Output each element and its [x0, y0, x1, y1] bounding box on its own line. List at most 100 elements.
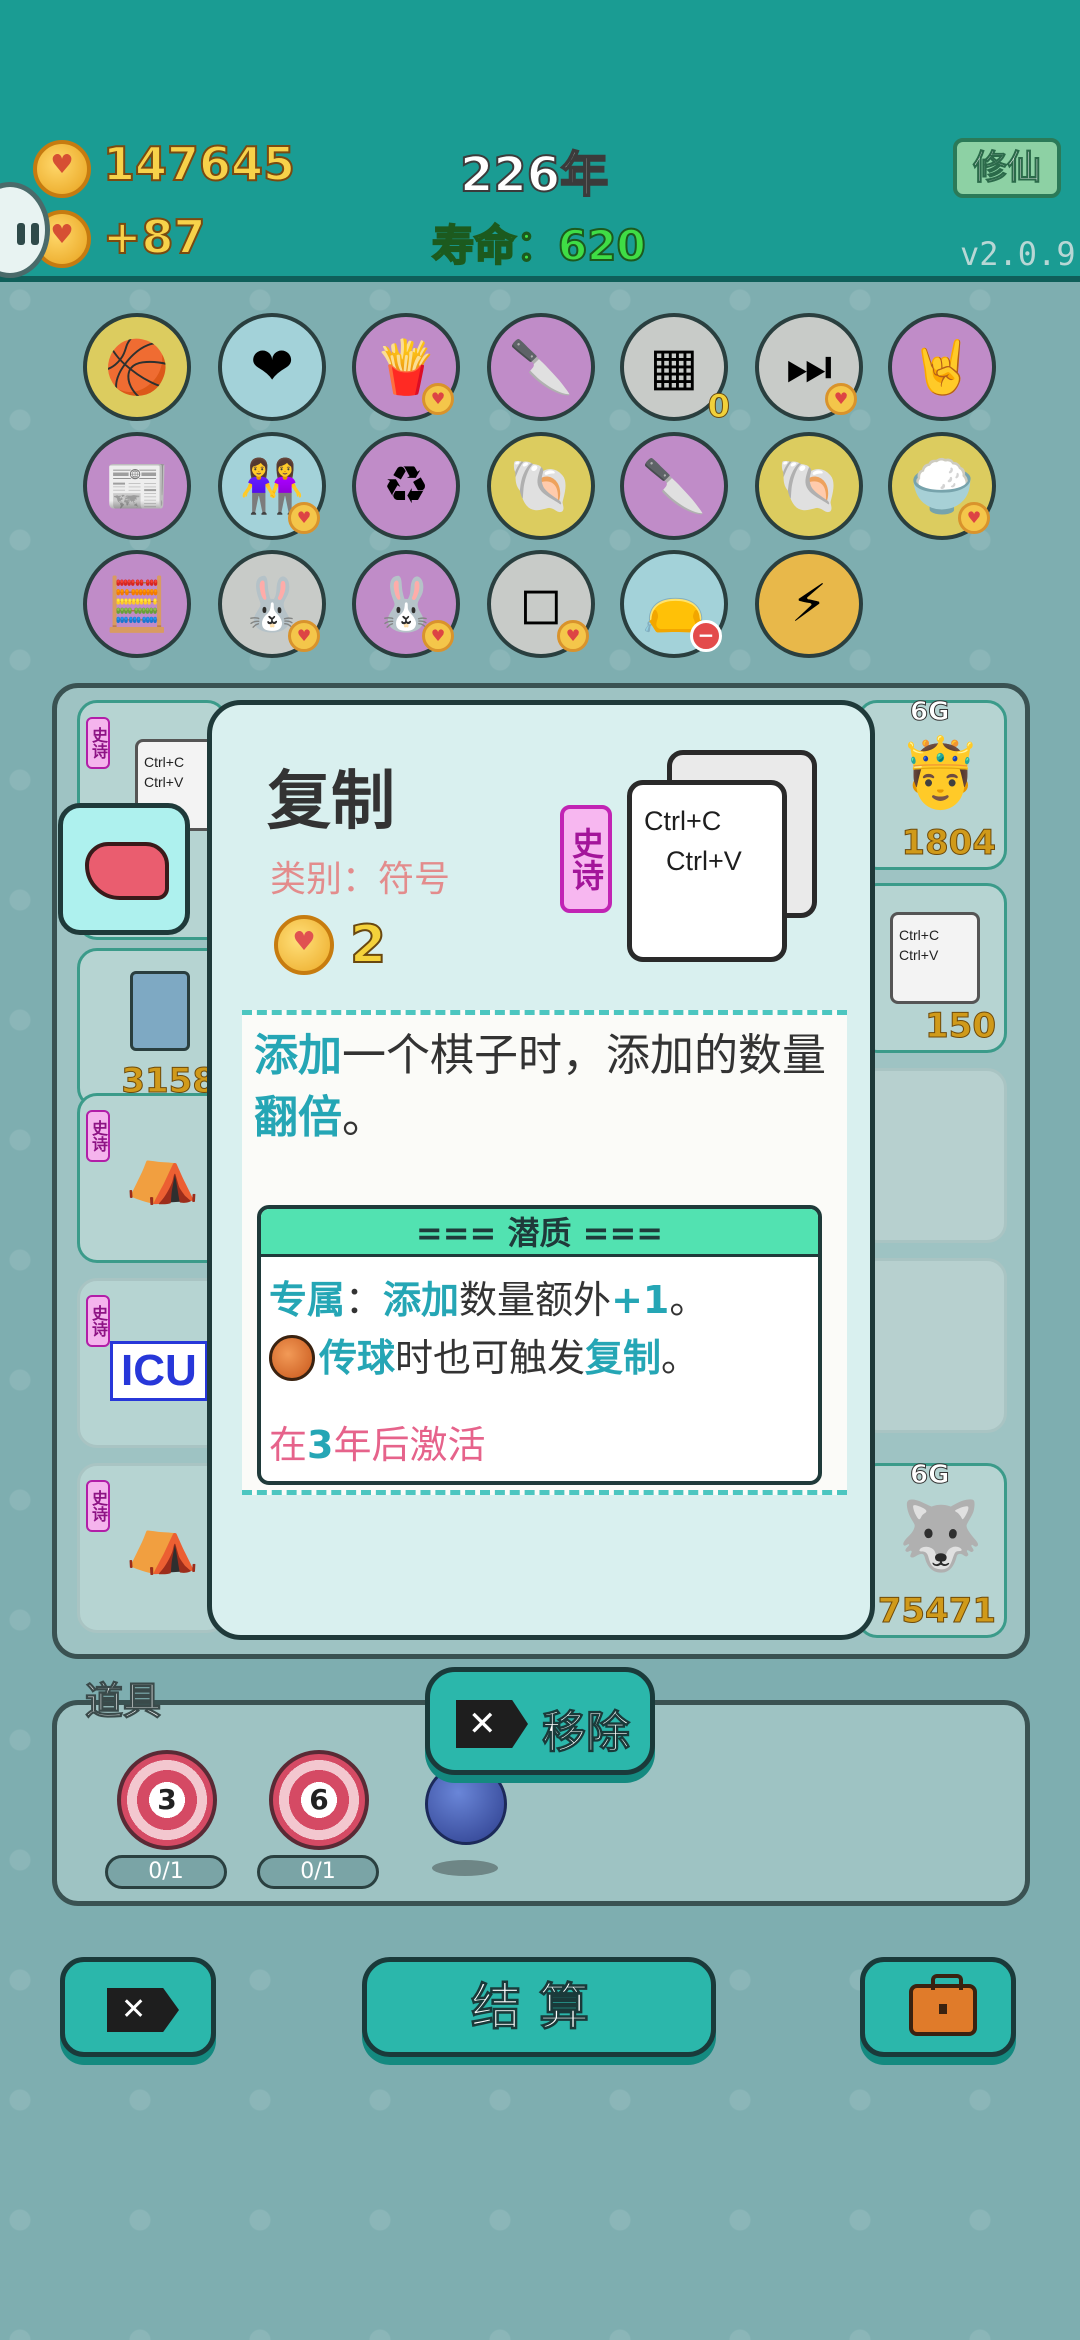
- fries-icon[interactable]: 🍟 ♥: [352, 313, 460, 421]
- math-head-icon[interactable]: 🧮: [83, 550, 191, 658]
- tool-uses: 0/1: [105, 1855, 227, 1889]
- coin-icon: [274, 915, 334, 975]
- board-slot[interactable]: 史诗 ⛺: [77, 1093, 227, 1263]
- item-description: 添加一个棋子时，添加的数量翻倍。: [254, 1025, 834, 1149]
- egg-tray-icon[interactable]: ▦ 0: [620, 313, 731, 426]
- king-face-icon: 🤴: [898, 734, 983, 813]
- shell-icon[interactable]: 🐚: [755, 432, 863, 540]
- item-detail-modal: 复制 类别：符号 2 史诗 Ctrl+C Ctrl+V 添加一个棋子时，添加的数…: [207, 700, 875, 1640]
- rock-hand-icon[interactable]: 🤘: [888, 313, 996, 421]
- drag-shadow: [432, 1860, 498, 1876]
- board-slot[interactable]: 6G 🐺 75471: [857, 1460, 1007, 1638]
- shell-icon[interactable]: 🐚: [487, 432, 595, 540]
- six-g-tag: 6G: [909, 1460, 950, 1491]
- board-slot[interactable]: 史诗 ICU: [77, 1278, 227, 1448]
- basketballs-icon[interactable]: 🏀: [83, 313, 191, 421]
- sack-icon[interactable]: 👝 −: [620, 550, 728, 658]
- potential-box: === 潜质 === 专属：添加数量额外+1。 传球时也可触发复制。 在3年后激…: [257, 1205, 822, 1485]
- basketball-icon: [269, 1335, 315, 1381]
- desc-text: 年后激活: [333, 1423, 486, 1467]
- item-cost: 2: [349, 914, 387, 976]
- keyword: 专属: [269, 1278, 346, 1322]
- dart-target-icon[interactable]: 3: [117, 1750, 217, 1850]
- keyword: 添加: [254, 1030, 342, 1081]
- potential-line: 专属：添加数量额外+1。: [269, 1269, 707, 1324]
- slot-value: 75471: [877, 1591, 996, 1632]
- keyword: 翻倍: [254, 1092, 342, 1143]
- activation-note: 在3年后激活: [269, 1414, 485, 1469]
- keyword: 3: [307, 1423, 334, 1467]
- sugar-cubes-icon[interactable]: ◻ ♥: [487, 550, 595, 658]
- blood-bag-icon[interactable]: ❤: [218, 313, 326, 421]
- card-text: Ctrl+V: [899, 947, 939, 963]
- remove-label: 移除: [542, 1707, 631, 1759]
- rarity-tag: 史诗: [560, 805, 612, 913]
- coin-count: 147645: [102, 136, 296, 192]
- skip-icon[interactable]: ⏭ ♥: [755, 313, 863, 421]
- slot-value: 150: [925, 1006, 997, 1047]
- lightning-icon[interactable]: ⚡: [755, 550, 863, 658]
- board-slot[interactable]: 3158: [77, 948, 227, 1108]
- cleaver-icon[interactable]: 🔪: [487, 313, 595, 421]
- desc-text: ：: [345, 1278, 384, 1322]
- board-slot[interactable]: 史诗 ⛺: [77, 1463, 227, 1633]
- item-category: 类别：符号: [270, 859, 451, 900]
- board-slot[interactable]: Ctrl+C Ctrl+V 150: [857, 883, 1007, 1053]
- recycle-icon[interactable]: ♻: [352, 432, 460, 540]
- coin-icon: [33, 140, 91, 198]
- settle-button[interactable]: 结算: [362, 1957, 716, 2057]
- inventory-button[interactable]: [860, 1957, 1016, 2057]
- epic-tag: 史诗: [86, 1480, 110, 1532]
- rabbit-icon[interactable]: 🐰 ♥: [352, 550, 460, 658]
- tool-uses: 0/1: [257, 1855, 379, 1889]
- desc-text: 数量额外: [459, 1278, 612, 1322]
- desc-text: 在: [269, 1423, 308, 1467]
- card-text: Ctrl+V: [144, 774, 184, 790]
- rice-bowl-icon[interactable]: 🍚 ♥: [888, 432, 996, 540]
- card-text: Ctrl+C: [144, 754, 185, 770]
- keyword: 传球: [319, 1336, 396, 1380]
- card-text: Ctrl+C: [644, 806, 722, 836]
- remove-icon: ✕: [456, 1700, 528, 1748]
- epic-tag: 史诗: [86, 1295, 110, 1347]
- six-g-tag: 6G: [909, 697, 950, 728]
- keyword: +1: [611, 1278, 670, 1322]
- remove-button[interactable]: ✕ 移除: [425, 1667, 655, 1775]
- blueberry-icon[interactable]: [425, 1763, 507, 1845]
- epic-tag: 史诗: [86, 1110, 110, 1162]
- rabbit-icon[interactable]: 🐰 ♥: [218, 550, 326, 658]
- desc-text: 。: [669, 1278, 708, 1322]
- board-slot-empty[interactable]: [857, 1068, 1007, 1243]
- desc-text: 。: [342, 1092, 386, 1143]
- slot-value: 1804: [901, 823, 997, 864]
- delete-button[interactable]: ✕: [60, 1957, 216, 2057]
- copy-card-mini: Ctrl+C Ctrl+V: [890, 912, 980, 1004]
- cleaver-icon[interactable]: 🔪: [620, 432, 728, 540]
- coin-gain: +87: [102, 209, 207, 265]
- icu-sign: ICU: [110, 1341, 208, 1401]
- version-label: v2.0.9: [960, 235, 1076, 273]
- delete-icon: ✕: [107, 1988, 179, 2032]
- fridge-icon: [130, 971, 190, 1051]
- card-text: Ctrl+V: [666, 846, 742, 876]
- description-box: 添加一个棋子时，添加的数量翻倍。 === 潜质 === 专属：添加数量额外+1。…: [242, 1010, 847, 1495]
- time-magazine-icon[interactable]: 📰: [83, 432, 191, 540]
- rabbit-house-icon: ⛺: [125, 1137, 200, 1207]
- husky-king-icon: 🐺: [898, 1497, 983, 1576]
- desc-text: 时也可触发: [395, 1336, 586, 1380]
- top-bar: 147645 +87 226年 寿命：620 修仙 v2.0.9: [0, 0, 1080, 282]
- twins-icon[interactable]: 👭 ♥: [218, 432, 326, 540]
- selected-liver-tile[interactable]: [58, 803, 190, 935]
- potential-title: === 潜质 ===: [261, 1209, 818, 1257]
- copy-card-icon: Ctrl+C Ctrl+V: [627, 780, 787, 962]
- rabbit-house-icon: ⛺: [125, 1507, 200, 1577]
- potential-line: 传球时也可触发复制。: [269, 1327, 699, 1382]
- dart-target-icon[interactable]: 6: [269, 1750, 369, 1850]
- board-slot-empty[interactable]: [857, 1258, 1007, 1433]
- board-slot[interactable]: 6G 🤴 1804: [857, 697, 1007, 870]
- desc-text: 。: [661, 1336, 700, 1380]
- floating-assistant-icon[interactable]: [0, 182, 50, 278]
- briefcase-icon: [909, 1974, 977, 2036]
- cultivate-button[interactable]: 修仙: [953, 138, 1061, 198]
- keyword: 添加: [383, 1278, 460, 1322]
